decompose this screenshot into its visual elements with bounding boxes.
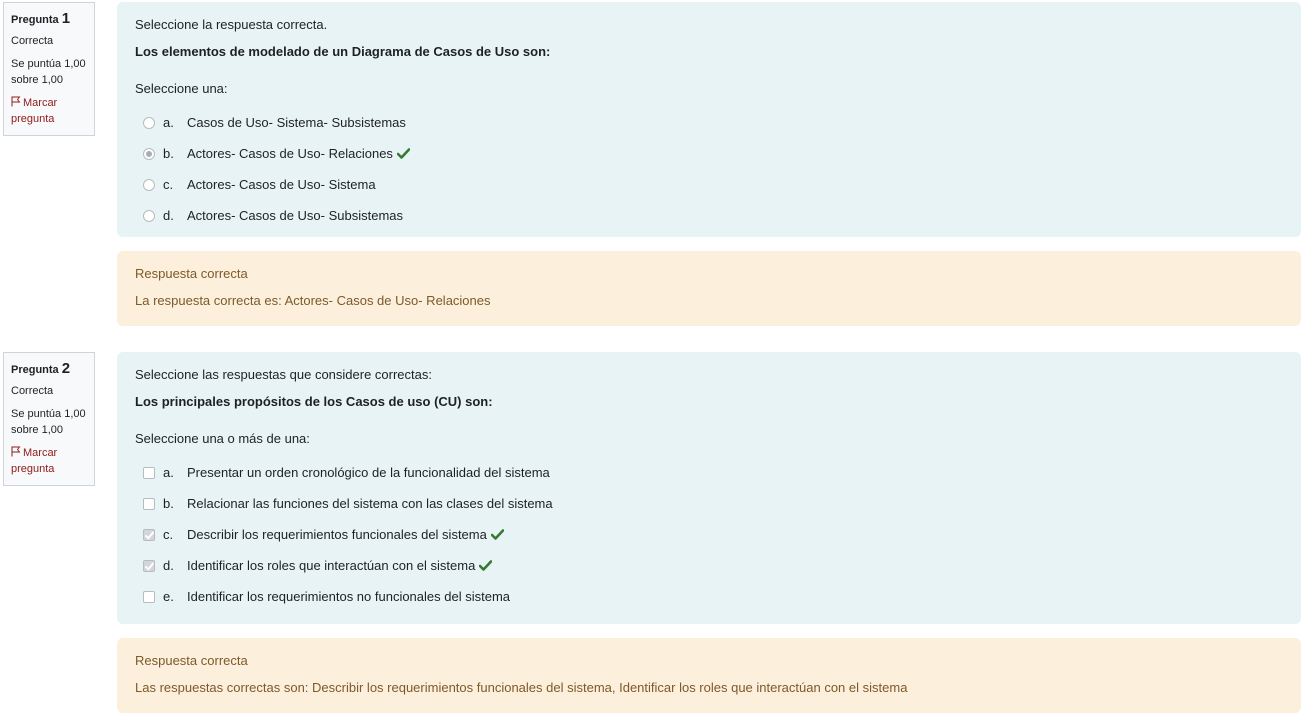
answer-letter: b.	[163, 146, 174, 161]
answer-text: Actores- Casos de Uso- Sistema	[187, 177, 376, 192]
question-formulation: Seleccione las respuestas que considere …	[117, 352, 1301, 624]
checkbox[interactable]	[143, 528, 155, 541]
answer-option-c[interactable]: c. Actores- Casos de Uso- Sistema	[135, 169, 1283, 200]
flag-question-link[interactable]: Marcar pregunta	[11, 445, 87, 477]
flag-question-link[interactable]: Marcar pregunta	[11, 95, 87, 127]
question-outcome: Respuesta correcta Las respuestas correc…	[117, 638, 1301, 713]
answer-text: Identificar los requerimientos no funcio…	[187, 589, 511, 604]
answer-option-d[interactable]: d. Actores- Casos de Uso- Subsistemas	[135, 200, 1283, 231]
question-grade: Se puntúa 1,00 sobre 1,00	[11, 58, 86, 86]
feedback-text: Respuesta correcta	[135, 266, 248, 281]
answer-text: Describir los requerimientos funcionales…	[187, 527, 487, 542]
answer-letter: a.	[163, 465, 174, 480]
flag-icon	[11, 446, 21, 457]
flag-icon	[11, 96, 21, 107]
question-number-value: 2	[61, 360, 71, 377]
answer-text: Casos de Uso- Sistema- Subsistemas	[187, 115, 406, 130]
feedback-text: Respuesta correcta	[135, 653, 248, 668]
answer-option-d[interactable]: d. Identificar los roles que interactúan…	[135, 550, 1283, 581]
question-info: Pregunta 1 Correcta Se puntúa 1,00 sobre…	[3, 2, 95, 136]
answer-letter: b.	[163, 496, 174, 511]
checkbox[interactable]	[143, 559, 155, 572]
question-label: Pregunta	[11, 364, 59, 376]
answer-option-e[interactable]: e. Identificar los requerimientos no fun…	[135, 581, 1283, 612]
question-state: Correcta	[11, 35, 54, 47]
answer-text: Relacionar las funciones del sistema con…	[187, 496, 553, 511]
question-number-value: 1	[61, 10, 71, 27]
answer-option-b[interactable]: b. Actores- Casos de Uso- Relaciones	[135, 138, 1283, 169]
answer-option-b[interactable]: b. Relacionar las funciones del sistema …	[135, 488, 1283, 519]
correct-check-icon	[479, 560, 493, 571]
question-number: Pregunta 2	[11, 361, 87, 378]
question-intro: Seleccione la respuesta correcta.	[135, 17, 328, 32]
answer-option-c[interactable]: c. Describir los requerimientos funciona…	[135, 519, 1283, 550]
answer-prompt: Seleccione una:	[135, 81, 228, 96]
checkbox[interactable]	[143, 497, 155, 510]
radio-button[interactable]	[143, 116, 155, 129]
answer-letter: a.	[163, 115, 174, 130]
question-label: Pregunta	[11, 14, 59, 26]
question-intro: Seleccione las respuestas que considere …	[135, 367, 432, 382]
question-stem: Los principales propósitos de los Casos …	[135, 394, 493, 409]
answer-list: a. Presentar un orden cronológico de la …	[135, 457, 1283, 612]
correct-check-icon	[490, 529, 504, 540]
question-formulation: Seleccione la respuesta correcta. Los el…	[117, 2, 1301, 237]
answer-letter: e.	[163, 589, 174, 604]
answer-letter: c.	[163, 527, 174, 542]
answer-text: Actores- Casos de Uso- Subsistemas	[187, 208, 404, 223]
radio-button[interactable]	[143, 209, 155, 222]
answer-text: Presentar un orden cronológico de la fun…	[187, 465, 550, 480]
answer-letter: c.	[163, 177, 174, 192]
answer-list: a. Casos de Uso- Sistema- Subsistemas b.…	[135, 107, 1283, 231]
correct-check-icon	[396, 148, 410, 159]
answer-letter: d.	[163, 558, 174, 573]
answer-option-a[interactable]: a. Casos de Uso- Sistema- Subsistemas	[135, 107, 1283, 138]
question-outcome: Respuesta correcta La respuesta correcta…	[117, 251, 1301, 326]
question-grade: Se puntúa 1,00 sobre 1,00	[11, 408, 86, 436]
answer-text: Actores- Casos de Uso- Relaciones	[187, 146, 393, 161]
question-stem: Los elementos de modelado de un Diagrama…	[135, 44, 551, 59]
question-number: Pregunta 1	[11, 11, 87, 28]
answer-prompt: Seleccione una o más de una:	[135, 431, 310, 446]
question-state: Correcta	[11, 385, 54, 397]
answer-letter: d.	[163, 208, 174, 223]
checkbox[interactable]	[143, 466, 155, 479]
radio-button[interactable]	[143, 147, 155, 160]
answer-text: Identificar los roles que interactúan co…	[187, 558, 476, 573]
right-answer-text: Las respuestas correctas son: Describir …	[135, 680, 908, 695]
radio-button[interactable]	[143, 178, 155, 191]
right-answer-text: La respuesta correcta es: Actores- Casos…	[135, 293, 491, 308]
question-info: Pregunta 2 Correcta Se puntúa 1,00 sobre…	[3, 352, 95, 486]
checkbox[interactable]	[143, 590, 155, 603]
answer-option-a[interactable]: a. Presentar un orden cronológico de la …	[135, 457, 1283, 488]
